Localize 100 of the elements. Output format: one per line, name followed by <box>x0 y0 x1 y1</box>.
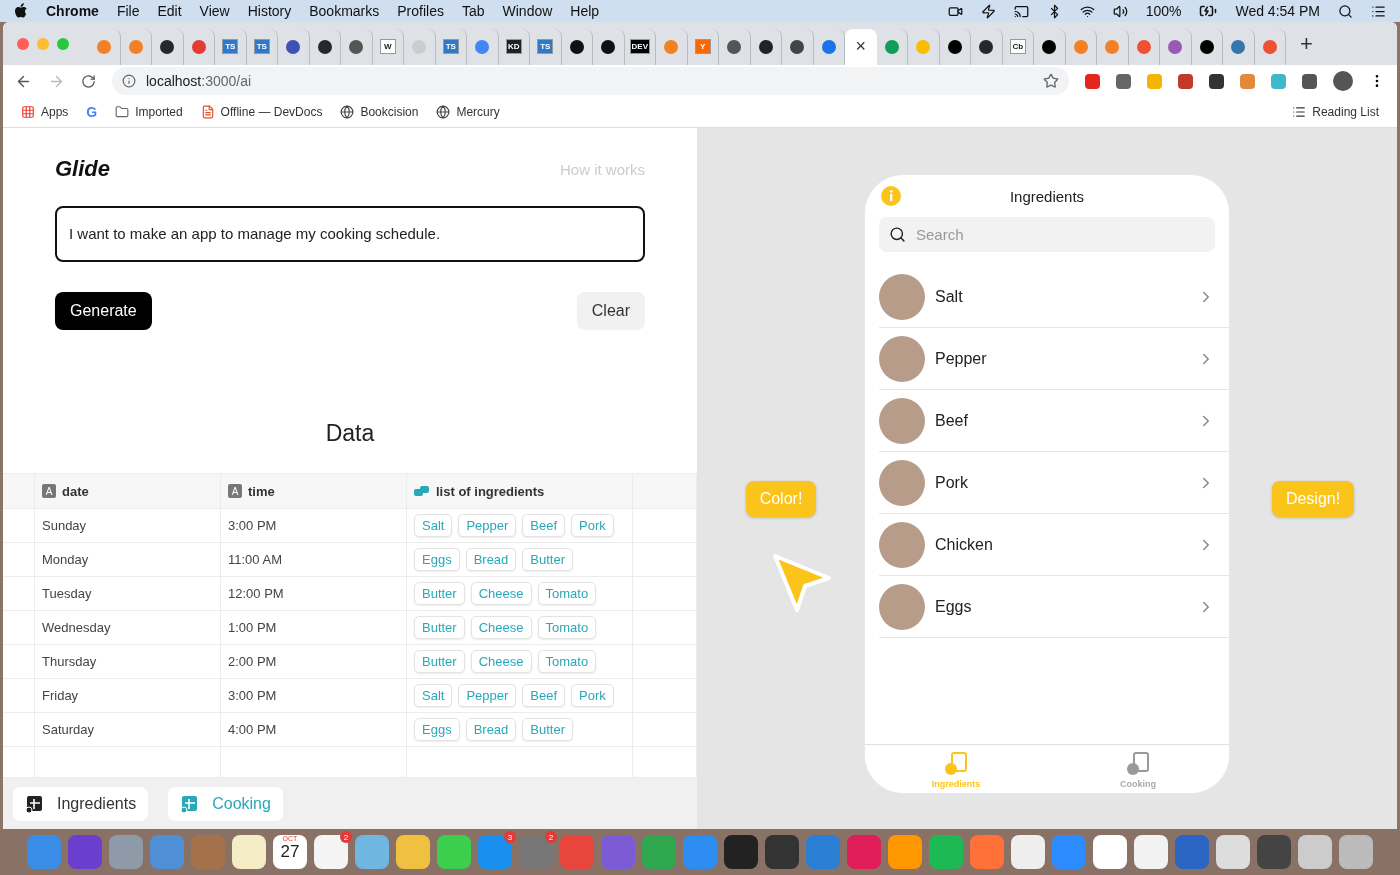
bookmark[interactable]: Apps <box>21 105 69 119</box>
list-icon[interactable] <box>1371 3 1386 19</box>
ingredient-tag: Pork <box>571 514 614 537</box>
table-icon <box>25 794 43 813</box>
apple-icon[interactable] <box>14 3 28 19</box>
ingredient-tag: Eggs <box>414 548 460 571</box>
app-icon[interactable] <box>396 835 430 869</box>
menu-item[interactable]: Tab <box>461 3 485 19</box>
menu-item[interactable]: Help <box>570 3 600 19</box>
document-icon <box>1125 751 1151 777</box>
app-icon[interactable] <box>1216 835 1250 869</box>
app-icon[interactable] <box>1093 835 1127 869</box>
sheet-tab[interactable]: Ingredients <box>13 786 149 821</box>
folder-icon <box>115 105 130 119</box>
apps-grid-icon <box>21 105 35 119</box>
app-icon[interactable] <box>437 835 471 869</box>
zoom-button[interactable] <box>57 37 69 50</box>
app-icon[interactable] <box>1257 835 1291 869</box>
close-window-button[interactable] <box>17 37 29 50</box>
relation-icon <box>414 485 430 497</box>
address-bar[interactable]: localhost:3000/ai <box>112 67 1069 95</box>
list-item[interactable]: Beef <box>879 390 1229 452</box>
new-tab-button[interactable]: + <box>1300 30 1313 57</box>
extension-icon[interactable] <box>1178 73 1193 89</box>
app-icon[interactable] <box>888 835 922 869</box>
wifi-icon[interactable] <box>1079 3 1095 19</box>
list-item[interactable]: Eggs <box>879 576 1229 638</box>
bookmark[interactable]: Bookcision <box>340 105 419 119</box>
bookmark[interactable]: Imported <box>115 105 183 119</box>
app-icon[interactable] <box>765 835 799 869</box>
column-header[interactable]: A time <box>221 474 407 508</box>
browser-tab[interactable]: Cb <box>1002 28 1034 65</box>
browser-tab[interactable]: TS <box>530 28 562 65</box>
app-icon[interactable] <box>724 835 758 869</box>
callout-label: Design! <box>1271 481 1355 517</box>
notification-badge: 3 <box>504 831 516 843</box>
extension-icon[interactable] <box>1209 73 1224 89</box>
app-menu[interactable]: Chrome <box>46 3 99 19</box>
menu-item[interactable]: History <box>247 3 292 19</box>
photo-placeholder <box>879 459 925 506</box>
ingredient-tag: Butter <box>522 548 574 571</box>
browser-tab[interactable]: KD <box>498 28 530 65</box>
bookmark[interactable]: Offline — DevDocs <box>200 105 323 119</box>
ingredient-tag: Tomato <box>537 616 597 639</box>
screen-title: Ingredients <box>1008 187 1086 205</box>
prompt-field[interactable]: I want to make an app to manage my cooking schedule. <box>55 206 645 262</box>
menu-item[interactable]: File <box>116 3 140 19</box>
callout-label: Color! <box>745 481 817 517</box>
list-item[interactable]: Pork <box>879 452 1229 514</box>
profile-avatar[interactable] <box>1333 71 1353 91</box>
column-header[interactable]: A date <box>35 474 221 508</box>
ingredient-tag: Cheese <box>470 616 532 639</box>
bolt-icon[interactable] <box>980 3 996 19</box>
search-icon[interactable] <box>1338 3 1353 19</box>
browser-tab[interactable]: W <box>372 28 404 65</box>
extension-icon[interactable] <box>1116 73 1131 89</box>
bookmark-star-icon[interactable] <box>1043 73 1059 89</box>
airplay-icon[interactable] <box>1013 3 1029 19</box>
table-cell: Thursday <box>35 645 221 678</box>
extension-icon[interactable] <box>1302 73 1317 89</box>
table-icon <box>180 794 199 813</box>
globe-icon <box>340 105 355 119</box>
browser-tab[interactable]: × <box>845 28 877 65</box>
list-item[interactable]: Salt <box>879 266 1229 328</box>
reading-list-button[interactable]: Reading List <box>1292 105 1379 119</box>
menu-item[interactable]: Profiles <box>397 3 444 19</box>
reload-icon[interactable] <box>81 73 96 89</box>
browser-tab[interactable]: TS <box>435 28 467 65</box>
bookmark[interactable]: G <box>86 104 98 120</box>
photo-placeholder <box>879 397 925 444</box>
table-cell: 3:00 PM <box>221 509 407 542</box>
app-icon[interactable] <box>1339 835 1373 869</box>
menu-item[interactable]: View <box>199 3 230 19</box>
menu-item[interactable]: Window <box>502 3 553 19</box>
app-icon[interactable] <box>355 835 389 869</box>
clock[interactable]: Wed 4:54 PM <box>1235 3 1320 19</box>
list-icon <box>1292 105 1307 119</box>
text-type-icon: A <box>228 484 242 498</box>
bookmark[interactable]: Mercury <box>436 105 500 119</box>
volume-icon[interactable] <box>1112 3 1128 19</box>
app-icon[interactable] <box>1298 835 1332 869</box>
browser-tab[interactable]: TS <box>215 28 247 65</box>
list-item[interactable]: Pepper <box>879 328 1229 390</box>
app-icon[interactable] <box>1134 835 1168 869</box>
app-icon[interactable] <box>1011 835 1045 869</box>
ingredient-tag: Butter <box>414 650 465 673</box>
ingredient-tag: Butter <box>414 616 465 639</box>
column-header[interactable]: list of ingredients <box>407 474 633 508</box>
table-cell: Monday <box>35 543 221 576</box>
clear-button[interactable]: Clear <box>576 292 645 330</box>
browser-tab[interactable]: DEV <box>624 28 656 65</box>
menu-item[interactable]: Edit <box>157 3 182 19</box>
ingredient-tag: Butter <box>522 718 574 741</box>
ingredient-tag: Beef <box>522 684 566 707</box>
browser-tab[interactable]: TS <box>246 28 278 65</box>
list-item[interactable]: Chicken <box>879 514 1229 576</box>
generate-button[interactable]: Generate <box>55 292 152 330</box>
app-icon[interactable] <box>232 835 266 869</box>
menu-item[interactable]: Bookmarks <box>309 3 380 19</box>
page-icon <box>200 105 215 119</box>
